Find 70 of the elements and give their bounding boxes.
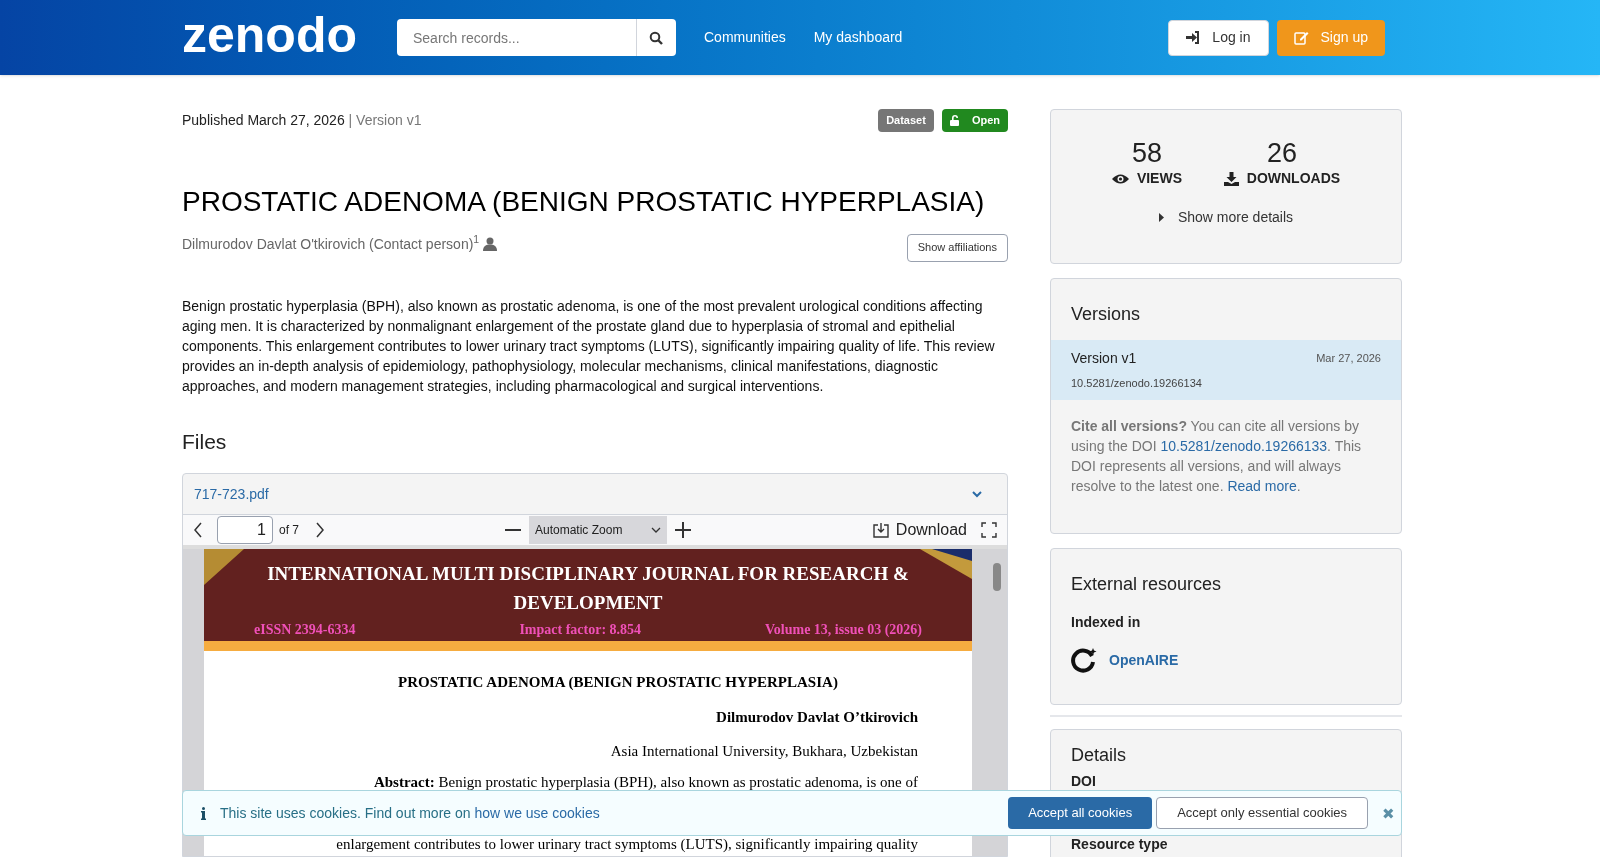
openaire-link[interactable]: OpenAIRE bbox=[1109, 649, 1179, 671]
paper-affiliation: Asia International University, Bukhara, Uzbekistan bbox=[609, 742, 918, 761]
detail-label: Resource type bbox=[1071, 835, 1169, 854]
login-button[interactable]: Log in bbox=[1168, 19, 1269, 56]
detail-label: DOI bbox=[1071, 772, 1097, 791]
cookie-policy-link[interactable]: how we use cookies bbox=[474, 804, 600, 821]
search-icon bbox=[649, 30, 664, 45]
journal-name: INTERNATIONAL MULTI DISCIPLINARY JOURNAL FOR RESEARCH & DEVELOPMENT bbox=[266, 562, 910, 615]
resource-type-badge: Dataset bbox=[878, 109, 934, 132]
close-button[interactable]: ✖ bbox=[1382, 805, 1395, 821]
zoom-select[interactable]: Automatic Zoom bbox=[529, 516, 667, 544]
indexed-in-label: Indexed in bbox=[1071, 613, 1142, 632]
access-badge: Open bbox=[941, 109, 1008, 132]
caret-right-icon bbox=[1158, 213, 1164, 222]
info-icon bbox=[201, 806, 206, 820]
version-item[interactable]: Version v1 Mar 27, 2026 10.5281/zenodo.19266134 bbox=[1051, 340, 1401, 400]
sign-in-icon bbox=[1186, 31, 1201, 44]
record-description: Benign prostatic hyperplasia (BPH), also known as prostatic adenoma, is one of the most prevalent urological conditions affecting aging men. It is characterized by nonmalignant enlargement of the prostate gland due to hyperplasia of stromal and epithelial components. This enlargement contributes to lower urinary tract symptoms (LUTS), significantly impairing quality of life. This review provides an in-depth analysis of epidemiology, pathophysiology, molecular mechanisms, clinical manifestations, diagnostic approaches, and modern management strategies, including pharmacological and surgical interventions. bbox=[182, 296, 996, 396]
nav-link[interactable]: Communities bbox=[704, 27, 786, 48]
issn-text: eISSN 2394-6334 bbox=[254, 621, 356, 639]
download-icon bbox=[872, 522, 889, 538]
paper-title: PROSTATIC ADENOMA (BENIGN PROSTATIC HYPERPLASIA) bbox=[397, 673, 839, 692]
stat-label: DOWNLOADS bbox=[1246, 169, 1341, 188]
impact-factor-text: Impact factor: 8.854 bbox=[519, 621, 642, 639]
external-resources-heading: External resources bbox=[1071, 573, 1223, 596]
paper-author: Dilmurodov Davlat O’tkirovich bbox=[715, 707, 918, 727]
show-affiliations-button[interactable]: Show affiliations bbox=[906, 233, 1008, 262]
details-heading: Details bbox=[1071, 744, 1128, 767]
page-number-field[interactable]: 1 bbox=[217, 516, 273, 544]
zoom-in-icon[interactable] bbox=[675, 522, 691, 538]
edit-icon bbox=[1293, 30, 1309, 45]
next-page-icon[interactable] bbox=[315, 522, 325, 538]
stat-value: 58 bbox=[1131, 138, 1162, 168]
version-name: Version v1 bbox=[1071, 349, 1137, 368]
paper-text-line: enlargement contributes to lower urinary tract symptoms (LUTS), significantly impairing quality bbox=[335, 835, 918, 854]
previous-page-icon[interactable] bbox=[193, 522, 203, 538]
publication-date: Published March 27, 2026 bbox=[182, 111, 345, 128]
search-field[interactable]: Search records... bbox=[397, 19, 636, 56]
accept-all-button[interactable]: Accept all cookies bbox=[1008, 797, 1153, 829]
zenodo-logo[interactable]: zenodo bbox=[182, 4, 357, 65]
nav-link[interactable]: My dashboard bbox=[813, 27, 903, 48]
cookie-message: This site uses cookies. Find out more on how we use cookies bbox=[220, 803, 600, 823]
download-icon bbox=[1223, 171, 1239, 186]
read-more-link[interactable]: Read more bbox=[1227, 477, 1297, 494]
record-title: PROSTATIC ADENOMA (BENIGN PROSTATIC HYPERPLASIA) bbox=[182, 184, 986, 219]
version-doi: 10.5281/zenodo.19266134 bbox=[1071, 376, 1203, 391]
stat-value: 26 bbox=[1266, 138, 1297, 168]
show-more-details-button[interactable]: Show more details bbox=[1158, 207, 1294, 228]
accept-essential-button[interactable]: Accept only essential cookies bbox=[1156, 797, 1368, 829]
cite-all-versions-text: Cite all versions? You can cite all versions by using the DOI 10.5281/zenodo.19266133. This DOI represents all versions, and will always resolve to the latest one. Read more. bbox=[1070, 416, 1363, 496]
banner-corner-drawing bbox=[920, 549, 972, 579]
unlock-icon bbox=[949, 114, 960, 126]
version-date: Mar 27, 2026 bbox=[1316, 351, 1381, 367]
version-label: | Version v1 bbox=[348, 111, 422, 128]
paper-abstract-line: Abstract: Benign prostatic hyperplasia (BPH), also known as prostatic adenoma, is one of bbox=[372, 772, 918, 792]
person-icon bbox=[483, 237, 498, 251]
fullscreen-icon[interactable] bbox=[981, 522, 997, 538]
creator-name[interactable]: Dilmurodov Davlat O'tkirovich (Contact person)$^{1}$ bbox=[182, 233, 480, 255]
download-button[interactable]: Download bbox=[872, 518, 967, 542]
page-count: of 7 bbox=[279, 522, 299, 539]
files-heading: Files bbox=[182, 428, 228, 455]
versions-heading: Versions bbox=[1070, 303, 1142, 326]
chevron-down-icon bbox=[651, 527, 661, 533]
chevron-down-icon[interactable] bbox=[972, 490, 982, 498]
eye-icon bbox=[1111, 172, 1129, 185]
file-link[interactable]: 717-723.pdf bbox=[194, 483, 269, 505]
volume-text: Volume 13, issue 03 (2026) bbox=[765, 621, 922, 639]
stat-label: VIEWS bbox=[1136, 169, 1182, 188]
search-button[interactable] bbox=[636, 19, 676, 56]
openaire-logo-icon bbox=[1071, 647, 1097, 673]
